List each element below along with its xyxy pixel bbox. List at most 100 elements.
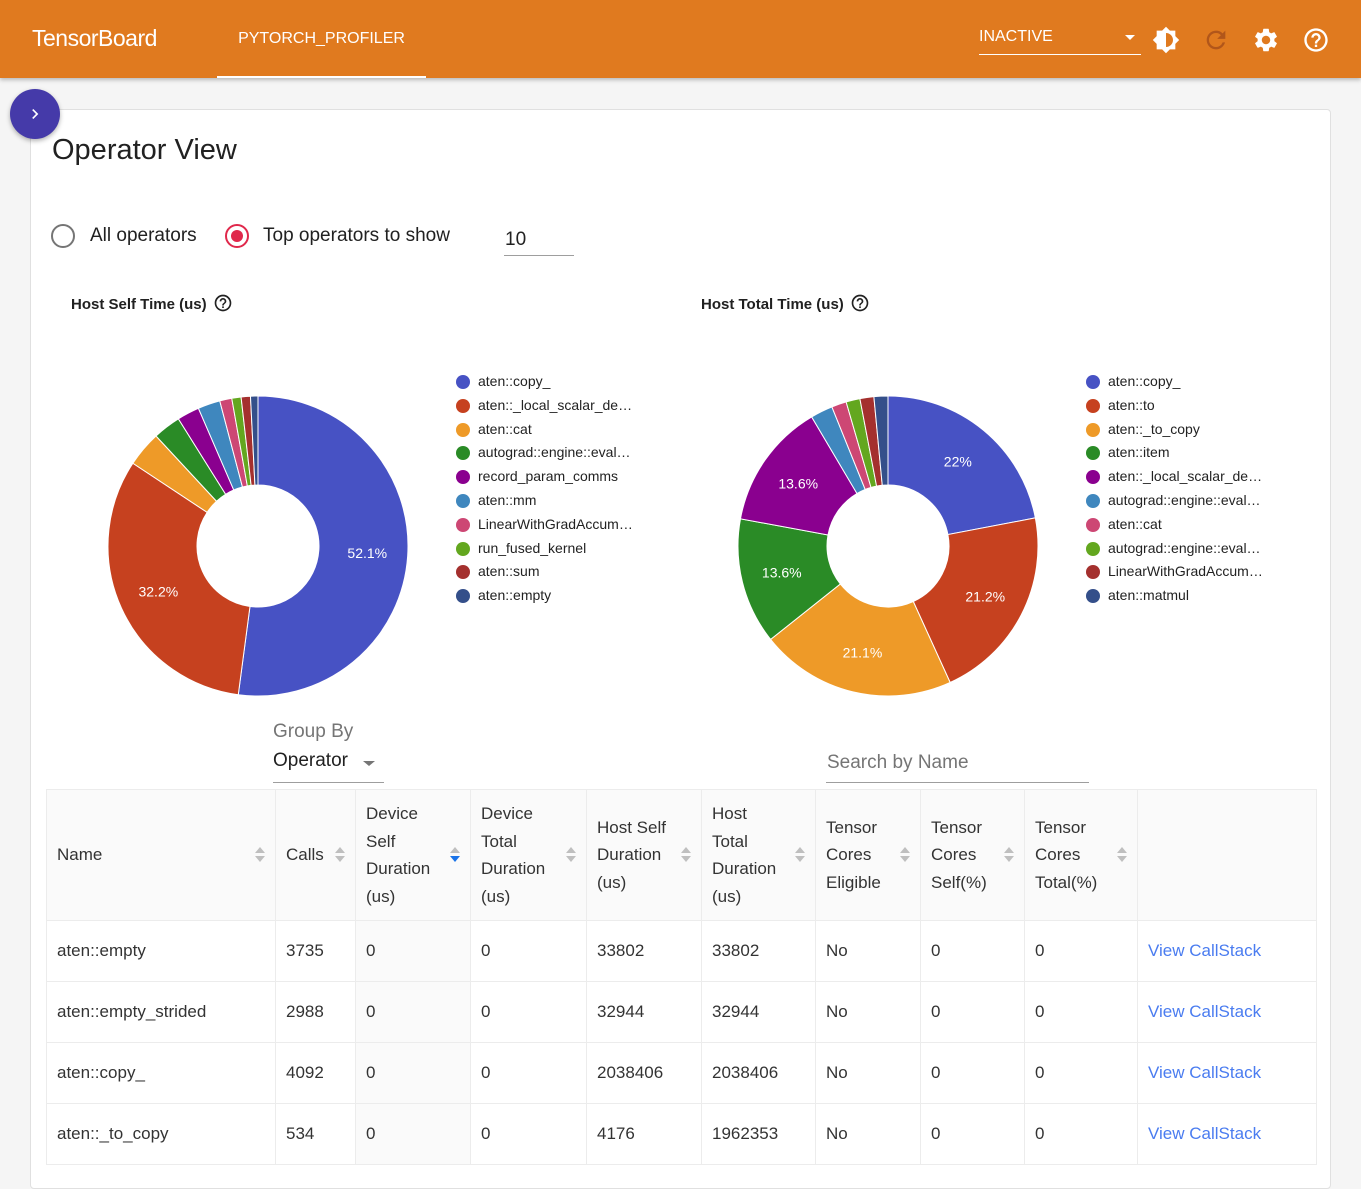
legend-label: run_fused_kernel: [478, 539, 587, 556]
legend-color-swatch: [1086, 375, 1100, 389]
legend-label: autograd::engine::eval…: [478, 444, 631, 461]
pie-slice-label: 21.1%: [843, 644, 883, 660]
legend-label: aten::_local_scalar_de…: [1108, 468, 1263, 485]
tab-pytorch-profiler[interactable]: PYTORCH_PROFILER: [217, 0, 426, 78]
cell-tensor-cores-self: 0: [920, 920, 1025, 982]
cell-tensor-cores-eligible: No: [815, 981, 921, 1043]
pie-slice-label: 22%: [944, 454, 972, 470]
column-header-name[interactable]: Name: [46, 789, 276, 921]
all-operators-label[interactable]: All operators: [90, 225, 197, 247]
cell-tensor-cores-total: 0: [1024, 1042, 1138, 1104]
sort-icon[interactable]: [1004, 847, 1014, 863]
cell-actions: View CallStack: [1137, 981, 1317, 1043]
sort-icon[interactable]: [681, 847, 691, 863]
pie-slice-label: 52.1%: [347, 545, 387, 561]
legend-color-swatch: [456, 493, 470, 508]
sort-descending-icon[interactable]: [450, 847, 460, 863]
legend-color-swatch: [456, 375, 470, 389]
cell-tensor-cores-eligible: No: [815, 1042, 921, 1104]
table-row: aten::_to_copy 534 0 0 4176 1962353 No 0 0 View C…: [46, 1103, 1317, 1165]
legend-label: aten::item: [1108, 444, 1170, 461]
legend-label: autograd::engine::eval…: [1108, 491, 1261, 508]
view-callstack-link[interactable]: View CallStack: [1148, 1063, 1261, 1082]
cell-name: aten::empty_strided: [46, 981, 276, 1043]
all-operators-radio[interactable]: [51, 224, 75, 248]
legend-label: aten::cat: [1108, 515, 1162, 532]
view-callstack-link[interactable]: View CallStack: [1148, 941, 1261, 960]
cell-host-total-duration: 1962353: [701, 1103, 816, 1165]
top-operators-count-input[interactable]: [504, 221, 574, 256]
legend-label: autograd::engine::eval…: [1108, 539, 1261, 556]
column-header-device-total-duration[interactable]: Device Total Duration (us): [470, 789, 587, 921]
column-header-tensor-cores-eligible[interactable]: Tensor Cores Eligible: [815, 789, 921, 921]
column-header-host-self-duration[interactable]: Host Self Duration (us): [586, 789, 702, 921]
group-by-label: Group By: [273, 721, 354, 742]
settings-icon[interactable]: [1252, 26, 1280, 54]
pie-slice[interactable]: [107, 462, 251, 696]
column-header-host-total-duration[interactable]: Host Total Duration (us): [701, 789, 816, 921]
cell-host-self-duration: 32944: [586, 981, 702, 1043]
legend-label: LinearWithGradAccum…: [1108, 563, 1263, 580]
help-icon[interactable]: [1302, 26, 1330, 54]
legend-label: aten::_local_scalar_de…: [478, 396, 633, 413]
legend-color-swatch: [1086, 422, 1100, 437]
legend-color-swatch: [1086, 517, 1100, 532]
cell-host-total-duration: 32944: [701, 981, 816, 1043]
table-header-row: Name Calls Device Self Duration (us) Dev…: [46, 789, 1317, 921]
run-selector-dropdown[interactable]: INACTIVE: [979, 24, 1141, 55]
app-title: TensorBoard: [32, 25, 157, 51]
cell-tensor-cores-self: 0: [920, 1103, 1025, 1165]
legend-label: record_param_comms: [478, 468, 619, 485]
sidebar-toggle-button[interactable]: [10, 89, 60, 139]
dropdown-caret-icon: [363, 761, 375, 766]
column-header-tensor-cores-self[interactable]: Tensor Cores Self(%): [920, 789, 1025, 921]
legend-color-swatch: [456, 517, 470, 532]
group-by-value: Operator: [273, 750, 348, 771]
page-title: Operator View: [52, 134, 237, 166]
column-header-tensor-cores-total[interactable]: Tensor Cores Total(%): [1024, 789, 1138, 921]
cell-tensor-cores-self: 0: [920, 981, 1025, 1043]
reload-icon[interactable]: [1202, 26, 1230, 54]
top-operators-radio[interactable]: [225, 224, 249, 248]
legend-label: LinearWithGradAccum…: [478, 515, 633, 532]
view-callstack-link[interactable]: View CallStack: [1148, 1124, 1261, 1143]
cell-calls: 2988: [275, 981, 356, 1043]
cell-device-self-duration: 0: [355, 981, 471, 1043]
table-row: aten::empty_strided 2988 0 0 32944 32944 No 0 0 V…: [46, 981, 1317, 1043]
view-callstack-link[interactable]: View CallStack: [1148, 1002, 1261, 1021]
sort-icon[interactable]: [255, 847, 265, 863]
sort-icon[interactable]: [335, 847, 345, 863]
cell-device-total-duration: 0: [470, 920, 587, 982]
legend-label: aten::sum: [478, 563, 540, 580]
search-by-name-input[interactable]: [826, 748, 1089, 783]
operators-table-body: aten::empty 3735 0 0 33802 33802 No 0 0 View Call…: [46, 920, 1317, 1165]
run-selector-value: INACTIVE: [979, 28, 1053, 45]
cell-tensor-cores-eligible: No: [815, 920, 921, 982]
operator-view-card: Operator View All operators Top operator…: [30, 109, 1331, 1189]
cell-calls: 4092: [275, 1042, 356, 1104]
cell-tensor-cores-self: 0: [920, 1042, 1025, 1104]
sort-icon[interactable]: [566, 847, 576, 863]
cell-name: aten::_to_copy: [46, 1103, 276, 1165]
pie-slice-label: 21.2%: [965, 588, 1005, 604]
brightness-icon[interactable]: [1152, 26, 1180, 54]
sort-icon[interactable]: [1117, 847, 1127, 863]
sort-icon[interactable]: [795, 847, 805, 863]
legend-color-swatch: [456, 398, 470, 413]
legend-color-swatch: [1086, 493, 1100, 508]
column-header-device-self-duration[interactable]: Device Self Duration (us): [355, 789, 471, 921]
top-operators-label[interactable]: Top operators to show: [263, 225, 450, 247]
host-total-time-chart: Host Total Time (us) 22% 21.2% 21.1% 13.6% 1…: [681, 275, 1321, 713]
column-header-calls[interactable]: Calls: [275, 789, 356, 921]
legend-label: aten::cat: [478, 420, 532, 437]
cell-host-total-duration: 2038406: [701, 1042, 816, 1104]
cell-host-total-duration: 33802: [701, 920, 816, 982]
legend-color-swatch: [1086, 541, 1100, 556]
pie-slice-label: 13.6%: [778, 475, 818, 491]
group-by-select[interactable]: Group By Operator: [273, 721, 384, 783]
sort-icon[interactable]: [900, 847, 910, 863]
legend-color-swatch: [456, 422, 470, 437]
legend-label: aten::copy_: [478, 373, 551, 389]
legend-color-swatch: [456, 541, 470, 556]
legend-label: aten::to: [1108, 396, 1155, 413]
